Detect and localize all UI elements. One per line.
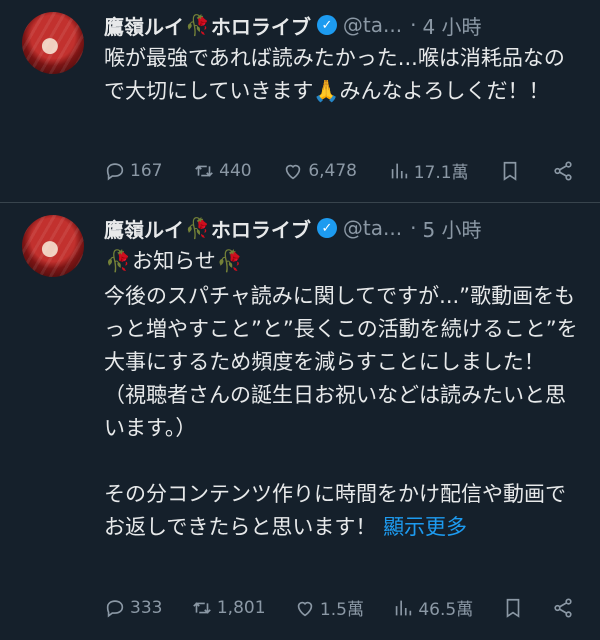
tweet-text-body: 今後のスパチャ読みに関してですが...”歌動画をもっと増やすこと”と”長くこの活…: [104, 284, 578, 539]
reply-count: 333: [130, 597, 163, 618]
like-button[interactable]: 1.5萬: [294, 595, 364, 620]
tweet-heading: 🥀お知らせ🥀: [104, 245, 582, 278]
rose-icon: 🥀: [185, 13, 210, 37]
like-count: 6,478: [308, 160, 357, 181]
views-button[interactable]: 46.5萬: [392, 595, 473, 620]
tweet-header: 鷹嶺ルイ 🥀 ホロライブ ✓ @ta... · 5 小時: [104, 213, 582, 243]
retweet-count: 1,801: [216, 597, 266, 618]
separator: ·: [410, 13, 417, 37]
views-count: 46.5萬: [418, 600, 474, 620]
tweet-text: 今後のスパチャ読みに関してですが...”歌動画をもっと増やすこと”と”長くこの活…: [104, 280, 582, 544]
rose-icon: 🥀: [185, 216, 210, 240]
author-name[interactable]: 鷹嶺ルイ: [104, 11, 184, 40]
bookmark-icon: [503, 161, 517, 181]
avatar[interactable]: [22, 12, 84, 74]
rose-icon: 🥀: [105, 249, 132, 273]
bookmark-button[interactable]: [502, 597, 524, 619]
heart-icon: [297, 601, 313, 616]
avatar[interactable]: [22, 215, 84, 277]
retweet-icon: [195, 164, 213, 177]
reply-button[interactable]: 333: [104, 597, 162, 619]
tweet-actions: 167 440 6,478 17.1萬: [104, 158, 574, 183]
share-button[interactable]: [552, 160, 574, 182]
heart-icon: [286, 164, 301, 179]
tweet-time[interactable]: 4 小時: [422, 11, 481, 40]
author-handle[interactable]: @ta...: [343, 216, 402, 240]
tweet-text: 喉が最強であれば読みたかった...喉は消耗品なので大切にしていきます🙏みんなよろ…: [104, 46, 565, 103]
tweet-time[interactable]: 5 小時: [422, 214, 481, 243]
announcement-label: お知らせ: [132, 249, 216, 273]
reply-icon: [106, 162, 124, 180]
views-count: 17.1萬: [413, 163, 469, 183]
author-suffix[interactable]: ホロライブ: [211, 11, 311, 40]
share-icon: [554, 160, 572, 181]
reply-count: 167: [130, 160, 163, 181]
like-button[interactable]: 6,478: [282, 160, 357, 182]
views-icon: [396, 600, 412, 615]
retweet-button[interactable]: 440: [193, 160, 252, 182]
retweet-count: 440: [219, 160, 252, 181]
views-button[interactable]: 17.1萬: [388, 158, 469, 183]
bookmark-button[interactable]: [499, 160, 521, 182]
author-handle[interactable]: @ta...: [343, 13, 402, 37]
bookmark-icon: [506, 598, 519, 618]
rose-icon: 🥀: [216, 249, 243, 273]
share-button[interactable]: [552, 597, 574, 619]
author-suffix[interactable]: ホロライブ: [211, 214, 311, 243]
separator: ·: [410, 216, 417, 240]
show-more-link[interactable]: 顯示更多: [383, 515, 467, 539]
views-icon: [391, 163, 407, 178]
verified-badge-icon: ✓: [316, 218, 337, 238]
tweet-header: 鷹嶺ルイ 🥀 ホロライブ ✓ @ta... · 4 小時: [104, 10, 582, 40]
tweet-actions: 333 1,801 1.5萬 46.5萬: [104, 595, 574, 620]
tweet[interactable]: 鷹嶺ルイ 🥀 ホロライブ ✓ @ta... · 5 小時 🥀お知らせ🥀 今後のス…: [0, 202, 600, 640]
retweet-icon: [193, 601, 211, 614]
share-icon: [554, 597, 572, 618]
reply-icon: [106, 599, 124, 617]
verified-badge-icon: ✓: [316, 15, 337, 35]
tweet[interactable]: 鷹嶺ルイ 🥀 ホロライブ ✓ @ta... · 4 小時 喉が最強であれば読みた…: [0, 0, 600, 202]
retweet-button[interactable]: 1,801: [191, 597, 266, 619]
like-count: 1.5萬: [319, 600, 364, 620]
reply-button[interactable]: 167: [104, 160, 162, 182]
author-name[interactable]: 鷹嶺ルイ: [104, 214, 184, 243]
